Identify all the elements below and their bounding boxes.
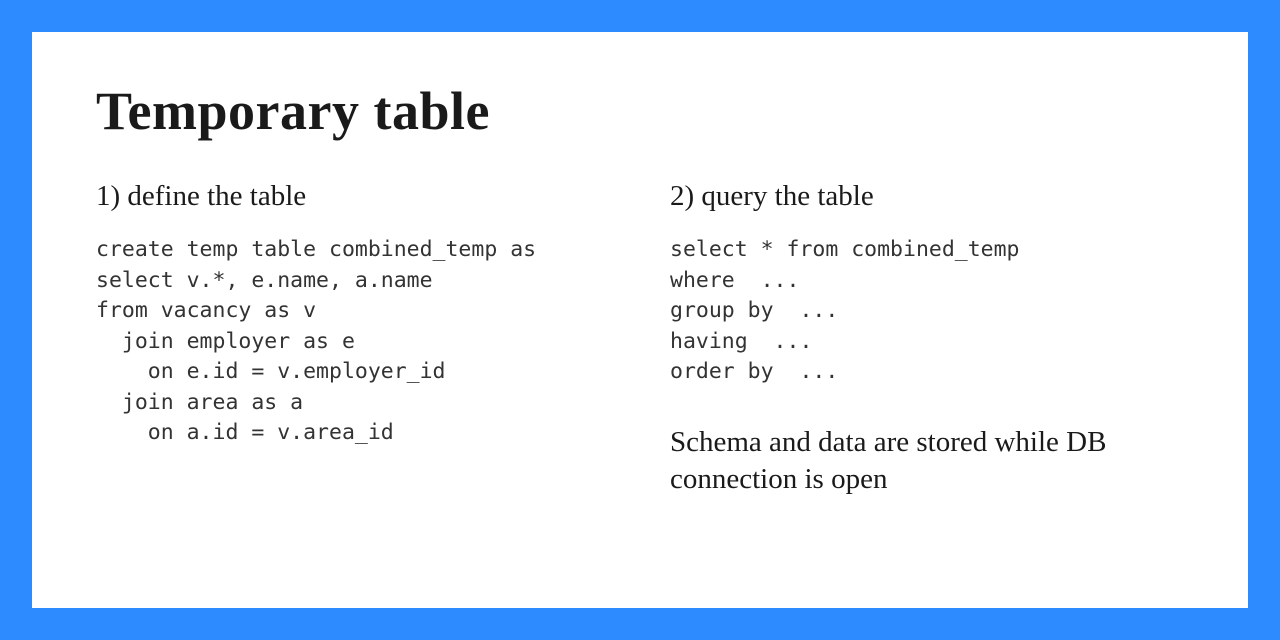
column-right: 2) query the table select * from combine…: [670, 180, 1184, 499]
right-note: Schema and data are stored while DB conn…: [670, 424, 1184, 499]
left-code-block: create temp table combined_temp as selec…: [96, 235, 610, 449]
columns: 1) define the table create temp table co…: [96, 180, 1184, 499]
right-heading: 2) query the table: [670, 180, 1184, 213]
column-left: 1) define the table create temp table co…: [96, 180, 610, 499]
left-heading: 1) define the table: [96, 180, 610, 213]
right-code-block: select * from combined_temp where ... gr…: [670, 235, 1184, 388]
slide-title: Temporary table: [96, 80, 1184, 142]
slide: Temporary table 1) define the table crea…: [32, 32, 1248, 608]
